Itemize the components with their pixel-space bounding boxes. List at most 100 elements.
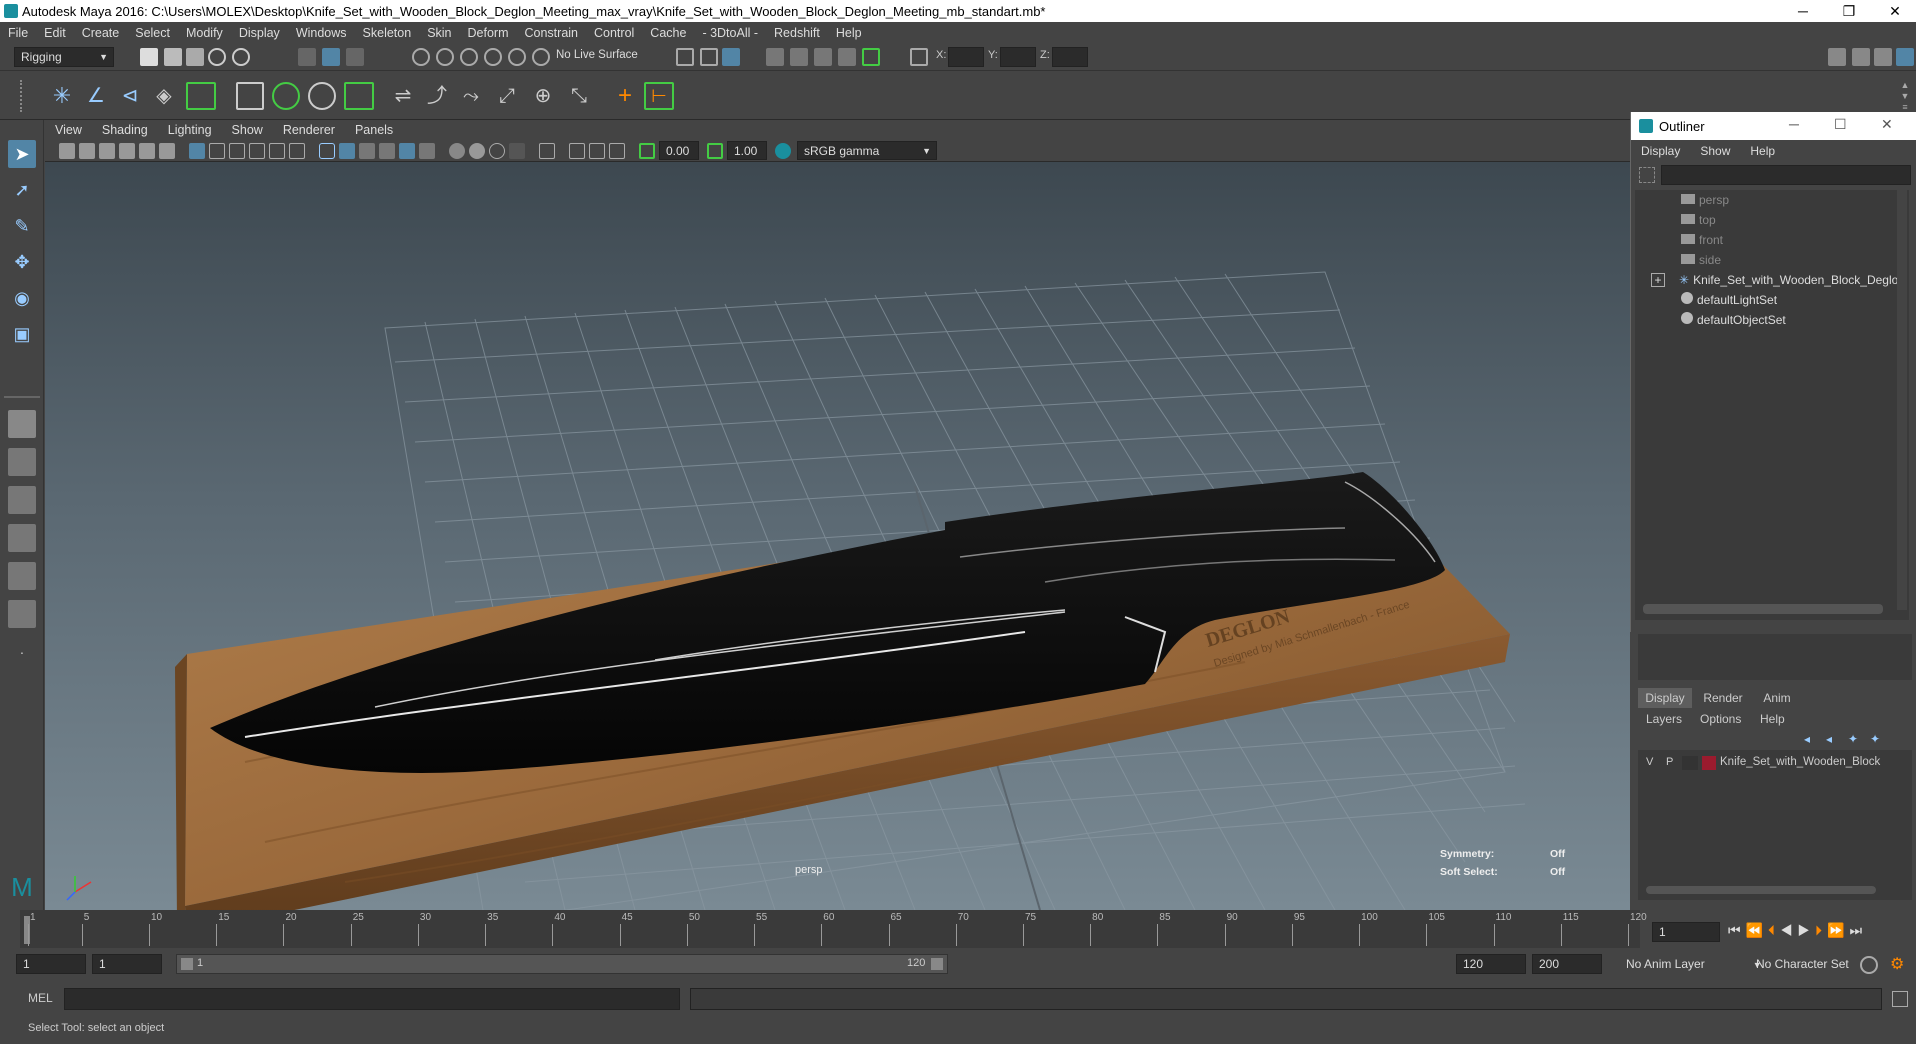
layer-visibility-toggle[interactable]: V bbox=[1646, 756, 1653, 768]
camera-select-icon[interactable] bbox=[59, 143, 75, 159]
step-forward-icon[interactable]: ⏵ bbox=[1815, 922, 1827, 938]
new-layer-selected-icon[interactable]: ✦ bbox=[1870, 732, 1884, 746]
mirror-joint-icon[interactable]: ◈ bbox=[152, 84, 176, 108]
outliner-menu-show[interactable]: Show bbox=[1690, 144, 1740, 158]
mel-input[interactable] bbox=[64, 988, 680, 1010]
safe-action-icon[interactable] bbox=[289, 143, 305, 159]
layer-type-toggle[interactable] bbox=[1682, 756, 1698, 770]
gamma-icon[interactable] bbox=[707, 143, 723, 159]
snap-view-icon[interactable] bbox=[484, 48, 502, 66]
menu-redshift[interactable]: Redshift bbox=[766, 26, 828, 40]
open-scene-icon[interactable] bbox=[164, 48, 182, 66]
vp-menu-renderer[interactable]: Renderer bbox=[273, 123, 345, 137]
set-driven-key-icon[interactable]: ⊢ bbox=[644, 82, 674, 110]
new-layer-icon[interactable]: ✦ bbox=[1848, 732, 1862, 746]
menu-skeleton[interactable]: Skeleton bbox=[355, 26, 420, 40]
select-hierarchy-icon[interactable] bbox=[298, 48, 316, 66]
paint-select-icon[interactable]: ✎ bbox=[8, 212, 36, 240]
bookmark-icon[interactable] bbox=[99, 143, 115, 159]
perspective-viewport[interactable]: DEGLON Designed by Mia Schmallenbach - F… bbox=[45, 162, 1630, 910]
shelf-scroll-icon[interactable]: ▲ ▼ ≡ bbox=[1898, 80, 1912, 114]
point-constraint-icon[interactable]: ⇌ bbox=[390, 84, 416, 108]
layer-playback-toggle[interactable]: P bbox=[1666, 756, 1673, 768]
outliner-minimize-button[interactable]: ─ bbox=[1789, 116, 1799, 132]
menu-create[interactable]: Create bbox=[74, 26, 128, 40]
persp-graph-layout-icon[interactable] bbox=[8, 524, 36, 552]
transform-mode-icon[interactable] bbox=[910, 48, 928, 66]
2d-pan-zoom-icon[interactable] bbox=[139, 143, 155, 159]
range-slider[interactable]: 1 120 bbox=[176, 954, 948, 974]
layer-horizontal-scrollbar[interactable] bbox=[1646, 886, 1876, 894]
color-management-icon[interactable] bbox=[775, 143, 791, 159]
outliner-item-side[interactable]: side bbox=[1681, 250, 1721, 270]
step-back-key-icon[interactable]: ⏪ bbox=[1746, 922, 1768, 938]
grid-toggle-icon[interactable] bbox=[189, 143, 205, 159]
motion-blur-icon[interactable] bbox=[469, 143, 485, 159]
outliner-layout-icon[interactable] bbox=[8, 600, 36, 628]
hypershade-icon[interactable] bbox=[838, 48, 856, 66]
outliner-item-default-object-set[interactable]: defaultObjectSet bbox=[1681, 310, 1786, 330]
grease-pencil-icon[interactable] bbox=[159, 143, 175, 159]
outliner-maximize-icon[interactable]: ☐ bbox=[1834, 116, 1847, 133]
tab-render[interactable]: Render bbox=[1696, 688, 1750, 708]
xray-icon[interactable] bbox=[569, 143, 585, 159]
vp-menu-panels[interactable]: Panels bbox=[345, 123, 403, 137]
menu-skin[interactable]: Skin bbox=[419, 26, 459, 40]
play-back-icon[interactable]: ◀ bbox=[1780, 922, 1798, 938]
wireframe-on-shaded-icon[interactable] bbox=[359, 143, 375, 159]
input-ops-icon[interactable] bbox=[676, 48, 694, 66]
playback-end-field[interactable]: 120 bbox=[1456, 954, 1526, 974]
playback-start-field[interactable]: 1 bbox=[92, 954, 162, 974]
persp-outliner-layout-icon[interactable] bbox=[8, 486, 36, 514]
tab-anim[interactable]: Anim bbox=[1750, 688, 1804, 708]
outliner-menu-help[interactable]: Help bbox=[1740, 144, 1785, 158]
layers-menu-layers[interactable]: Layers bbox=[1646, 712, 1682, 726]
pole-vector-icon[interactable]: ⤡ bbox=[566, 84, 592, 108]
shelf-options-icon[interactable] bbox=[20, 80, 34, 112]
outliner-item-default-light-set[interactable]: defaultLightSet bbox=[1681, 290, 1777, 310]
redshift-render-icon[interactable] bbox=[862, 48, 880, 66]
menu-constrain[interactable]: Constrain bbox=[517, 26, 587, 40]
channel-box-icon[interactable] bbox=[1896, 48, 1914, 66]
screen-space-ao-icon[interactable] bbox=[449, 143, 465, 159]
locator-icon[interactable]: + bbox=[612, 84, 638, 108]
menu-modify[interactable]: Modify bbox=[178, 26, 231, 40]
character-set-dropdown[interactable]: No Character Set bbox=[1756, 957, 1849, 971]
snap-surface-icon[interactable] bbox=[508, 48, 526, 66]
orient-constraint-icon[interactable]: ⤳ bbox=[458, 84, 484, 108]
resolution-gate-icon[interactable] bbox=[229, 143, 245, 159]
snap-grid-icon[interactable] bbox=[412, 48, 430, 66]
isolate-select-icon[interactable] bbox=[539, 143, 555, 159]
anim-start-field[interactable]: 1 bbox=[16, 954, 86, 974]
move-tool-icon[interactable]: ✥ bbox=[8, 248, 36, 276]
output-ops-icon[interactable] bbox=[700, 48, 718, 66]
render-settings-icon[interactable] bbox=[814, 48, 832, 66]
insert-joint-icon[interactable]: ∠ bbox=[84, 84, 108, 108]
vp-menu-shading[interactable]: Shading bbox=[92, 123, 158, 137]
exposure-field[interactable]: 0.00 bbox=[659, 141, 699, 160]
color-space-dropdown[interactable]: sRGB gamma ▼ bbox=[797, 141, 937, 160]
shadows-icon[interactable] bbox=[419, 143, 435, 159]
z-field[interactable] bbox=[1052, 47, 1088, 67]
joint-tool-icon[interactable]: ✳ bbox=[50, 84, 74, 108]
bind-skin-icon[interactable] bbox=[186, 82, 216, 110]
range-start-handle[interactable] bbox=[181, 958, 193, 970]
save-scene-icon[interactable] bbox=[186, 48, 204, 66]
ik-handle-icon[interactable]: ⊲ bbox=[118, 84, 142, 108]
menu-3dtoall[interactable]: - 3DtoAll - bbox=[694, 26, 766, 40]
menu-deform[interactable]: Deform bbox=[460, 26, 517, 40]
new-scene-icon[interactable] bbox=[140, 48, 158, 66]
depth-of-field-icon[interactable] bbox=[509, 143, 525, 159]
x-field[interactable] bbox=[948, 47, 984, 67]
outliner-search-input[interactable] bbox=[1661, 165, 1911, 185]
attribute-editor-icon[interactable] bbox=[1852, 48, 1870, 66]
outliner-item-knife-set[interactable]: + ✳ Knife_Set_with_Wooden_Block_Deglon bbox=[1651, 270, 1905, 290]
film-gate-icon[interactable] bbox=[209, 143, 225, 159]
go-to-end-icon[interactable]: ⏭ bbox=[1849, 922, 1867, 938]
menu-edit[interactable]: Edit bbox=[36, 26, 74, 40]
layer-color-swatch[interactable] bbox=[1702, 756, 1716, 770]
menu-select[interactable]: Select bbox=[127, 26, 178, 40]
minimize-button[interactable]: ─ bbox=[1780, 0, 1826, 22]
aim-constraint-icon[interactable]: ⤴ bbox=[424, 84, 450, 108]
textured-icon[interactable] bbox=[379, 143, 395, 159]
